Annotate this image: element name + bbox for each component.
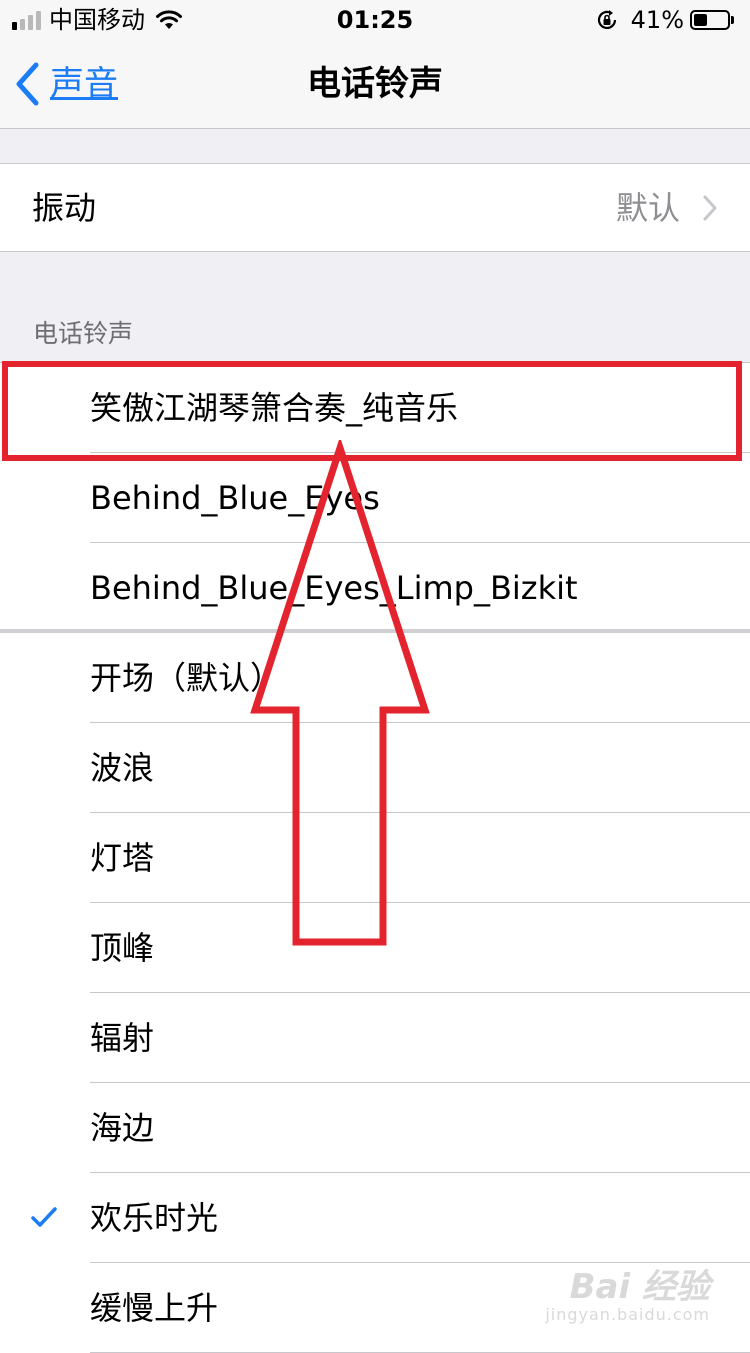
checkmark-icon: [30, 1025, 58, 1049]
ringtone-row[interactable]: 海边: [0, 1083, 750, 1173]
ringtone-row[interactable]: Behind_Blue_Eyes: [0, 453, 750, 543]
ringtone-row[interactable]: 笑傲江湖琴箫合奏_纯音乐: [0, 363, 750, 453]
status-right: 41%: [595, 6, 736, 34]
ringtone-label: 开场（默认）: [90, 659, 283, 697]
chevron-right-icon: [703, 195, 717, 221]
rotation-lock-icon: [597, 10, 616, 29]
checkmark-icon: [30, 1115, 58, 1139]
checkmark-icon: [30, 575, 58, 599]
ringtone-label: Behind_Blue_Eyes_Limp_Bizkit: [90, 569, 578, 607]
ringtone-label: 缓慢上升: [90, 1289, 219, 1327]
checkmark-icon: [30, 935, 58, 959]
status-bar: 中国移动 01:25 41%: [0, 0, 750, 40]
ringtone-row[interactable]: 辐射: [0, 993, 750, 1083]
ringtone-list: 笑傲江湖琴箫合奏_纯音乐 Behind_Blue_Eyes Behind_Blu…: [0, 362, 750, 1353]
ringtone-row[interactable]: 缓慢上升: [0, 1263, 750, 1353]
battery-icon: [690, 9, 736, 31]
ringtone-label: 辐射: [90, 1019, 155, 1057]
vibration-value: 默认: [615, 189, 680, 227]
ringtone-row[interactable]: 顶峰: [0, 903, 750, 993]
ringtone-label: 顶峰: [90, 929, 155, 967]
vibration-label: 振动: [32, 189, 97, 227]
checkmark-icon: [30, 755, 58, 779]
checkmark-icon: [30, 1295, 58, 1319]
checkmark-icon: [30, 395, 58, 419]
ringtone-row[interactable]: 欢乐时光: [0, 1173, 750, 1263]
battery-percent: 41%: [630, 6, 684, 34]
checkmark-icon: [30, 1205, 58, 1229]
ringtone-row[interactable]: 开场（默认）: [0, 633, 750, 723]
section-header: 电话铃声: [33, 319, 134, 348]
ringtone-row[interactable]: 波浪: [0, 723, 750, 813]
ringtone-label: 海边: [90, 1109, 155, 1147]
checkmark-icon: [30, 485, 58, 509]
navigation-bar: 声音 电话铃声: [0, 40, 750, 129]
ringtone-row[interactable]: 灯塔: [0, 813, 750, 903]
page-title: 电话铃声: [307, 64, 443, 104]
ringtone-row[interactable]: Behind_Blue_Eyes_Limp_Bizkit: [0, 543, 750, 633]
vibration-row[interactable]: 振动 默认: [0, 163, 750, 252]
checkmark-icon: [30, 665, 58, 689]
ringtone-label: 笑傲江湖琴箫合奏_纯音乐: [90, 389, 459, 427]
ringtone-label: 波浪: [90, 749, 155, 787]
ringtone-label: 灯塔: [90, 839, 155, 877]
ringtone-label: Behind_Blue_Eyes: [90, 479, 380, 517]
checkmark-icon: [30, 845, 58, 869]
ringtone-label: 欢乐时光: [90, 1199, 219, 1237]
